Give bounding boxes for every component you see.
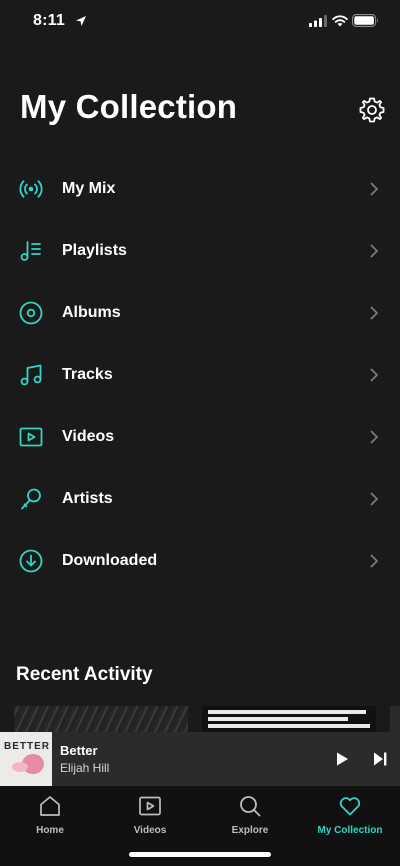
album-art-text: BETTER [4, 741, 50, 752]
home-indicator[interactable] [129, 852, 271, 857]
download-circle-icon [18, 548, 44, 574]
recent-item-thumbnail[interactable] [14, 706, 188, 732]
menu-item-tracks[interactable]: Tracks [0, 344, 400, 406]
tab-label: My Collection [317, 825, 383, 836]
menu-item-label: Artists [62, 490, 113, 507]
chevron-right-icon [370, 182, 379, 196]
album-art-graphic [12, 762, 28, 772]
heart-icon [339, 797, 361, 816]
radio-broadcast-icon [18, 176, 44, 202]
tab-home[interactable]: Home [0, 794, 100, 840]
screen: 8:11 My Collection My Mix Playlists Albu… [0, 0, 400, 866]
menu-item-label: Downloaded [62, 552, 158, 569]
menu-item-label: Playlists [62, 242, 127, 259]
chevron-right-icon [370, 244, 379, 258]
chevron-right-icon [370, 306, 379, 320]
collection-menu: My Mix Playlists Albums Tracks Videos Ar… [0, 158, 400, 592]
video-icon [139, 796, 161, 816]
video-play-icon [18, 424, 44, 450]
recent-item-thumbnail[interactable] [390, 706, 400, 732]
cellular-signal-icon [309, 15, 327, 27]
menu-item-downloaded[interactable]: Downloaded [0, 530, 400, 592]
now-playing-bar[interactable]: BETTER Better Elijah Hill [0, 732, 400, 786]
search-icon [240, 796, 261, 817]
status-time: 8:11 [33, 12, 65, 29]
menu-item-label: Tracks [62, 366, 113, 383]
tab-videos[interactable]: Videos [100, 794, 200, 840]
status-bar: 8:11 [0, 0, 400, 44]
battery-icon [352, 14, 378, 27]
tab-label: Explore [231, 825, 269, 836]
home-icon [40, 796, 60, 816]
recent-activity-carousel[interactable] [14, 706, 400, 732]
play-icon[interactable] [334, 751, 350, 767]
album-disc-icon [18, 300, 44, 326]
wifi-icon [332, 15, 348, 27]
menu-item-artists[interactable]: Artists [0, 468, 400, 530]
tab-my-collection[interactable]: My Collection [300, 794, 400, 840]
track-title: Better [60, 743, 98, 758]
tab-label: Home [36, 825, 64, 836]
location-arrow-icon [76, 16, 86, 26]
track-artist: Elijah Hill [60, 761, 110, 775]
skip-next-icon[interactable] [372, 751, 388, 767]
chevron-right-icon [370, 368, 379, 382]
chevron-right-icon [370, 554, 379, 568]
tab-label: Videos [133, 825, 167, 836]
menu-item-my-mix[interactable]: My Mix [0, 158, 400, 220]
recent-item-thumbnail[interactable] [202, 706, 376, 732]
playlist-icon [18, 238, 44, 264]
chevron-right-icon [370, 492, 379, 506]
page-title: My Collection [20, 88, 238, 125]
menu-item-label: My Mix [62, 180, 116, 197]
menu-item-label: Albums [62, 304, 121, 321]
album-art[interactable]: BETTER [0, 732, 52, 786]
music-note-icon [18, 362, 44, 388]
chevron-right-icon [370, 430, 379, 444]
menu-item-videos[interactable]: Videos [0, 406, 400, 468]
menu-item-playlists[interactable]: Playlists [0, 220, 400, 282]
settings-gear-icon[interactable] [359, 97, 385, 123]
menu-item-albums[interactable]: Albums [0, 282, 400, 344]
menu-item-label: Videos [62, 428, 115, 445]
recent-activity-title: Recent Activity [16, 664, 153, 685]
tab-explore[interactable]: Explore [200, 794, 300, 840]
microphone-icon [18, 486, 44, 512]
